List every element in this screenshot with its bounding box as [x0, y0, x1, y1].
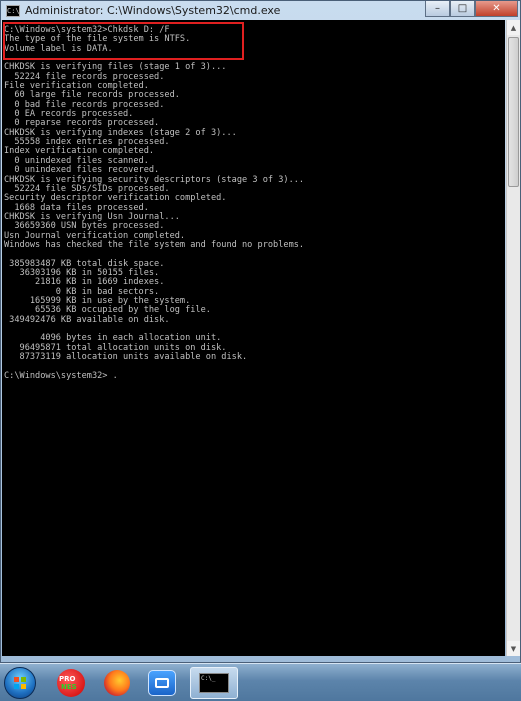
scroll-up-arrow-icon[interactable]: ▲: [507, 20, 520, 35]
window-controls: – □ ✕: [425, 1, 518, 18]
window-title: Administrator: C:\Windows\System32\cmd.e…: [25, 4, 281, 17]
cmd-taskbar-button[interactable]: C:\_: [190, 667, 238, 699]
cmd-window: C:\ Administrator: C:\Windows\System32\c…: [0, 0, 521, 663]
console-line: 349492476 KB available on disk.: [4, 314, 170, 325]
firefox-icon[interactable]: [98, 667, 136, 699]
close-button[interactable]: ✕: [475, 1, 518, 17]
title-bar[interactable]: C:\ Administrator: C:\Windows\System32\c…: [1, 1, 520, 20]
maximize-button[interactable]: □: [450, 1, 475, 17]
windows-start-orb[interactable]: [4, 667, 36, 699]
console-line: C:\Windows\system32> .: [4, 370, 118, 381]
highlight-box: [3, 22, 244, 60]
scrollbar-thumb[interactable]: [508, 37, 519, 187]
minimize-button[interactable]: –: [425, 1, 450, 17]
cmd-thumbnail-icon: C:\_: [199, 673, 229, 693]
pronexus-logo: PRO NES: [57, 669, 85, 697]
console-line: 87373119 allocation units available on d…: [4, 352, 248, 363]
vertical-scrollbar[interactable]: ▲ ▼: [506, 20, 520, 656]
scroll-down-arrow-icon[interactable]: ▼: [507, 641, 520, 656]
teamviewer-logo: [148, 670, 176, 696]
firefox-logo: [104, 670, 130, 696]
teamviewer-icon[interactable]: [143, 667, 181, 699]
taskbar: PRO NES C:\_: [0, 663, 521, 701]
pronexus-label-2: NES: [61, 683, 77, 691]
console-output[interactable]: C:\Windows\system32>Chkdsk D: /F The typ…: [2, 20, 505, 656]
cmd-icon[interactable]: C:\: [6, 4, 20, 17]
console-line: Windows has checked the file system and …: [4, 239, 305, 250]
pronexus-label-1: PRO: [59, 675, 76, 683]
pronexus-icon[interactable]: PRO NES: [52, 667, 90, 699]
console-text: C:\Windows\system32>Chkdsk D: /F The typ…: [2, 20, 505, 381]
